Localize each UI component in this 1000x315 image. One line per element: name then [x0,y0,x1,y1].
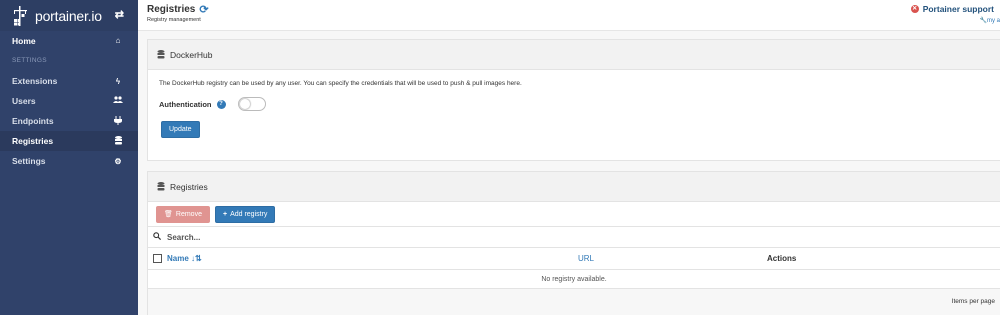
page-title: Registries ⟳ [147,3,209,16]
sidebar-item-registries[interactable]: Registries [0,131,138,151]
database-icon [157,182,165,191]
account-link-label: my a [986,18,1000,24]
sidebar-item-extensions[interactable]: Extensions ϟ [0,71,138,91]
sidebar: portainer.io ⇄ Home ⌂ SETTINGS Extension… [0,0,138,315]
plus-icon: + [222,210,228,218]
sidebar-item-users[interactable]: Users [0,91,138,111]
breadcrumb: Registry management [147,17,201,23]
select-all-checkbox[interactable] [153,254,162,263]
portainer-logo-icon [12,5,32,27]
brand-name: portainer.io [35,7,102,24]
add-registry-label: Add registry [230,210,268,218]
sidebar-section-settings: SETTINGS [12,57,47,64]
support-link[interactable]: ✕ Portainer support [910,4,994,14]
life-ring-icon: ✕ [910,5,919,13]
empty-message: No registry available. [148,270,1000,289]
search-bar [148,226,1000,248]
plug-icon [112,115,124,127]
help-icon[interactable]: ? [216,99,226,109]
sidebar-item-settings[interactable]: Settings ⚙ [0,151,138,171]
authentication-toggle[interactable] [237,97,266,111]
sort-icon: ↓⇅ [191,254,202,263]
database-icon [112,135,124,147]
sidebar-item-home[interactable]: Home ⌂ [0,31,138,50]
bolt-icon: ϟ [115,76,121,86]
wrench-icon: 🔧 [979,18,987,24]
column-name[interactable]: Name ↓⇅ [167,254,202,263]
sidebar-toggle-icon[interactable]: ⇄ [115,8,124,21]
search-icon [153,232,162,242]
cogs-icon: ⚙ [114,156,122,166]
search-input[interactable] [167,232,467,242]
page-title-text: Registries [147,4,196,15]
authentication-label: Authentication [159,99,212,109]
dockerhub-widget-header: DockerHub [148,40,1000,70]
refresh-icon[interactable]: ⟳ [199,3,208,16]
registries-widget: Registries 🗑 Remove + Add registry Name … [147,171,1000,315]
dockerhub-widget: DockerHub The DockerHub registry can be … [147,39,1000,161]
sidebar-item-label: Endpoints [12,116,54,126]
table-header: Name ↓⇅ URL Actions [148,248,1000,270]
sidebar-item-label: Extensions [12,76,58,86]
registries-actions: 🗑 Remove + Add registry [148,202,1000,226]
add-registry-button[interactable]: + Add registry [214,205,276,223]
remove-label: Remove [175,210,202,218]
users-icon [112,96,124,106]
page-header: Registries ⟳ Registry management ✕ Porta… [138,0,1000,31]
remove-button[interactable]: 🗑 Remove [156,205,210,223]
registries-title: Registries [170,181,208,192]
dockerhub-description: The DockerHub registry can be used by an… [159,80,522,87]
dockerhub-title: DockerHub [170,49,213,60]
items-per-page-label: Items per page [951,298,995,305]
trash-icon: 🗑 [164,211,173,218]
registries-widget-header: Registries [148,172,1000,202]
support-label: Portainer support [922,4,994,14]
table-footer: Items per page [148,289,1000,315]
my-account-link[interactable]: 🔧my a [980,17,1000,24]
home-icon: ⌂ [115,36,121,45]
brand[interactable]: portainer.io ⇄ [0,0,138,31]
database-icon [157,50,165,59]
sidebar-item-label: Home [12,35,36,46]
column-name-label: Name [167,254,189,263]
sidebar-item-label: Registries [12,136,54,146]
update-button[interactable]: Update [161,121,200,138]
column-url[interactable]: URL [578,254,594,263]
sidebar-item-label: Settings [12,156,46,166]
sidebar-item-label: Users [12,96,36,106]
sidebar-item-endpoints[interactable]: Endpoints [0,111,138,131]
column-actions: Actions [767,254,797,263]
